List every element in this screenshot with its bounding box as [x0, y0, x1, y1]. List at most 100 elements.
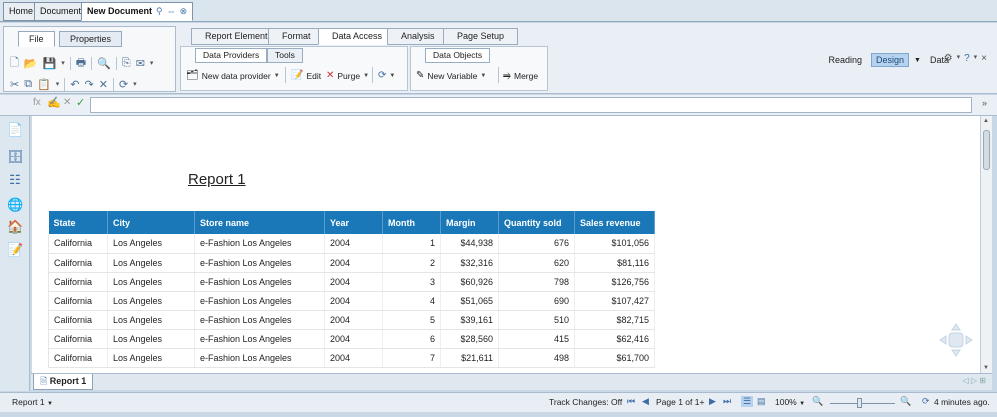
- help-dropdown-icon[interactable]: ▾: [974, 53, 978, 64]
- table-cell[interactable]: 2004: [324, 291, 383, 311]
- previous-page-icon[interactable]: ◀: [642, 396, 649, 407]
- table-row[interactable]: California Los Angeles e-Fashion Los Angel…: [48, 329, 655, 349]
- table-cell[interactable]: $51,065: [440, 291, 499, 311]
- table-cell[interactable]: 690: [498, 291, 575, 311]
- expand-formula-icon[interactable]: »: [982, 98, 987, 108]
- table-cell[interactable]: 798: [498, 272, 575, 292]
- zoom-out-icon[interactable]: 🔍: [812, 396, 823, 407]
- undo-icon[interactable]: ↶: [70, 78, 79, 91]
- export-icon[interactable]: ⎘: [122, 57, 131, 70]
- file-tab[interactable]: File: [18, 31, 55, 47]
- zoom-in-icon[interactable]: 🔍: [900, 396, 911, 407]
- refresh-dropdown-icon[interactable]: ▾: [133, 80, 137, 88]
- redo-icon[interactable]: ↷: [85, 78, 94, 91]
- table-cell[interactable]: $82,715: [574, 310, 655, 330]
- table-cell[interactable]: 5: [382, 310, 441, 330]
- zoom-slider-thumb[interactable]: [857, 398, 862, 408]
- table-cell[interactable]: e-Fashion Los Angeles: [194, 234, 325, 254]
- table-cell[interactable]: 510: [498, 310, 575, 330]
- design-mode-button[interactable]: Design: [871, 53, 910, 67]
- navigation-map-icon[interactable]: 📝: [7, 242, 23, 258]
- formula-fx-icon[interactable]: fx: [33, 97, 41, 108]
- table-cell[interactable]: $101,056: [574, 234, 655, 254]
- first-page-icon[interactable]: ⏮: [627, 396, 635, 407]
- find-icon[interactable]: 🔍: [97, 57, 111, 70]
- validate-formula-icon[interactable]: ✓: [76, 96, 85, 109]
- table-row[interactable]: California Los Angeles e-Fashion Los Angel…: [48, 291, 655, 311]
- table-cell[interactable]: 620: [498, 253, 575, 273]
- table-cell[interactable]: 6: [382, 329, 441, 349]
- input-controls-icon[interactable]: ☷: [7, 172, 23, 188]
- scroll-up-icon[interactable]: ▲: [983, 118, 989, 124]
- table-cell[interactable]: 2004: [324, 253, 383, 273]
- properties-tab[interactable]: Properties: [59, 31, 123, 47]
- maximize-icon[interactable]: ⇔: [167, 6, 176, 16]
- table-cell[interactable]: $32,316: [440, 253, 499, 273]
- reading-mode-button[interactable]: Reading: [825, 54, 867, 66]
- page-navigation-widget[interactable]: [938, 322, 974, 358]
- table-cell[interactable]: $62,416: [574, 329, 655, 349]
- column-header[interactable]: Quantity sold: [498, 211, 575, 234]
- table-cell[interactable]: 498: [498, 348, 575, 368]
- next-page-icon[interactable]: ▶: [709, 396, 716, 407]
- table-cell[interactable]: 415: [498, 329, 575, 349]
- column-header[interactable]: State: [48, 211, 108, 234]
- table-cell[interactable]: 7: [382, 348, 441, 368]
- table-cell[interactable]: $60,926: [440, 272, 499, 292]
- close-tab-icon[interactable]: ⊗: [180, 6, 188, 16]
- table-cell[interactable]: 2004: [324, 310, 383, 330]
- mail-icon[interactable]: ✉: [136, 57, 145, 70]
- report-canvas[interactable]: Report 1 State City Store name Year Mont…: [31, 116, 980, 373]
- table-cell[interactable]: e-Fashion Los Angeles: [194, 291, 325, 311]
- vertical-scrollbar[interactable]: ▲ ▼: [980, 116, 992, 373]
- table-cell[interactable]: $81,116: [574, 253, 655, 273]
- mail-dropdown-icon[interactable]: ▾: [150, 59, 154, 67]
- table-cell[interactable]: Los Angeles: [107, 348, 195, 368]
- last-page-icon[interactable]: ⏭: [723, 396, 731, 407]
- data-objects-icon[interactable]: 🏠: [7, 219, 23, 235]
- track-changes-status[interactable]: Track Changes: Off: [549, 397, 622, 407]
- new-document-icon[interactable]: 🗋: [10, 54, 19, 73]
- paste-dropdown-icon[interactable]: ▾: [56, 80, 60, 88]
- table-cell[interactable]: $44,938: [440, 234, 499, 254]
- save-icon[interactable]: 💾: [43, 57, 57, 70]
- report-tab[interactable]: 🗎 Report 1: [33, 374, 94, 390]
- report-table[interactable]: State City Store name Year Month Margin …: [48, 211, 655, 368]
- zoom-selector[interactable]: 100% ▼: [775, 397, 805, 407]
- page-indicator[interactable]: Page 1 of 1+: [656, 397, 704, 407]
- table-cell[interactable]: 2004: [324, 329, 383, 349]
- table-cell[interactable]: $126,756: [574, 272, 655, 292]
- new-data-provider-button[interactable]: 🗂 New data provider ▼: [186, 67, 280, 84]
- tab-data-providers[interactable]: Data Providers: [195, 48, 268, 63]
- table-cell[interactable]: 4: [382, 291, 441, 311]
- table-cell[interactable]: e-Fashion Los Angeles: [194, 310, 325, 330]
- document-summary-icon[interactable]: 📄: [7, 122, 23, 138]
- column-header[interactable]: City: [107, 211, 195, 234]
- table-cell[interactable]: California: [48, 310, 108, 330]
- tab-data-objects[interactable]: Data Objects: [425, 48, 491, 63]
- tab-tools[interactable]: Tools: [267, 48, 303, 63]
- edit-button[interactable]: 📝 Edit: [291, 67, 321, 84]
- table-cell[interactable]: Los Angeles: [107, 272, 195, 292]
- pin-icon[interactable]: ⚲: [156, 6, 163, 16]
- close-icon[interactable]: ×: [981, 53, 987, 64]
- table-cell[interactable]: Los Angeles: [107, 253, 195, 273]
- table-row[interactable]: California Los Angeles e-Fashion Los Angel…: [48, 272, 655, 292]
- table-row[interactable]: California Los Angeles e-Fashion Los Angel…: [48, 348, 655, 368]
- table-cell[interactable]: California: [48, 348, 108, 368]
- column-header[interactable]: Month: [382, 211, 441, 234]
- column-header[interactable]: Sales revenue: [574, 211, 655, 234]
- table-cell[interactable]: 3: [382, 272, 441, 292]
- scroll-down-icon[interactable]: ▼: [983, 365, 989, 371]
- table-cell[interactable]: 1: [382, 234, 441, 254]
- print-icon[interactable]: 🖶: [76, 54, 86, 73]
- table-cell[interactable]: $39,161: [440, 310, 499, 330]
- cut-icon[interactable]: ✂: [10, 78, 19, 91]
- table-cell[interactable]: 676: [498, 234, 575, 254]
- delete-icon[interactable]: ✕: [99, 78, 108, 91]
- table-cell[interactable]: California: [48, 253, 108, 273]
- open-folder-icon[interactable]: 📂: [24, 57, 38, 70]
- table-cell[interactable]: e-Fashion Los Angeles: [194, 253, 325, 273]
- table-cell[interactable]: California: [48, 291, 108, 311]
- formula-input[interactable]: [90, 97, 972, 113]
